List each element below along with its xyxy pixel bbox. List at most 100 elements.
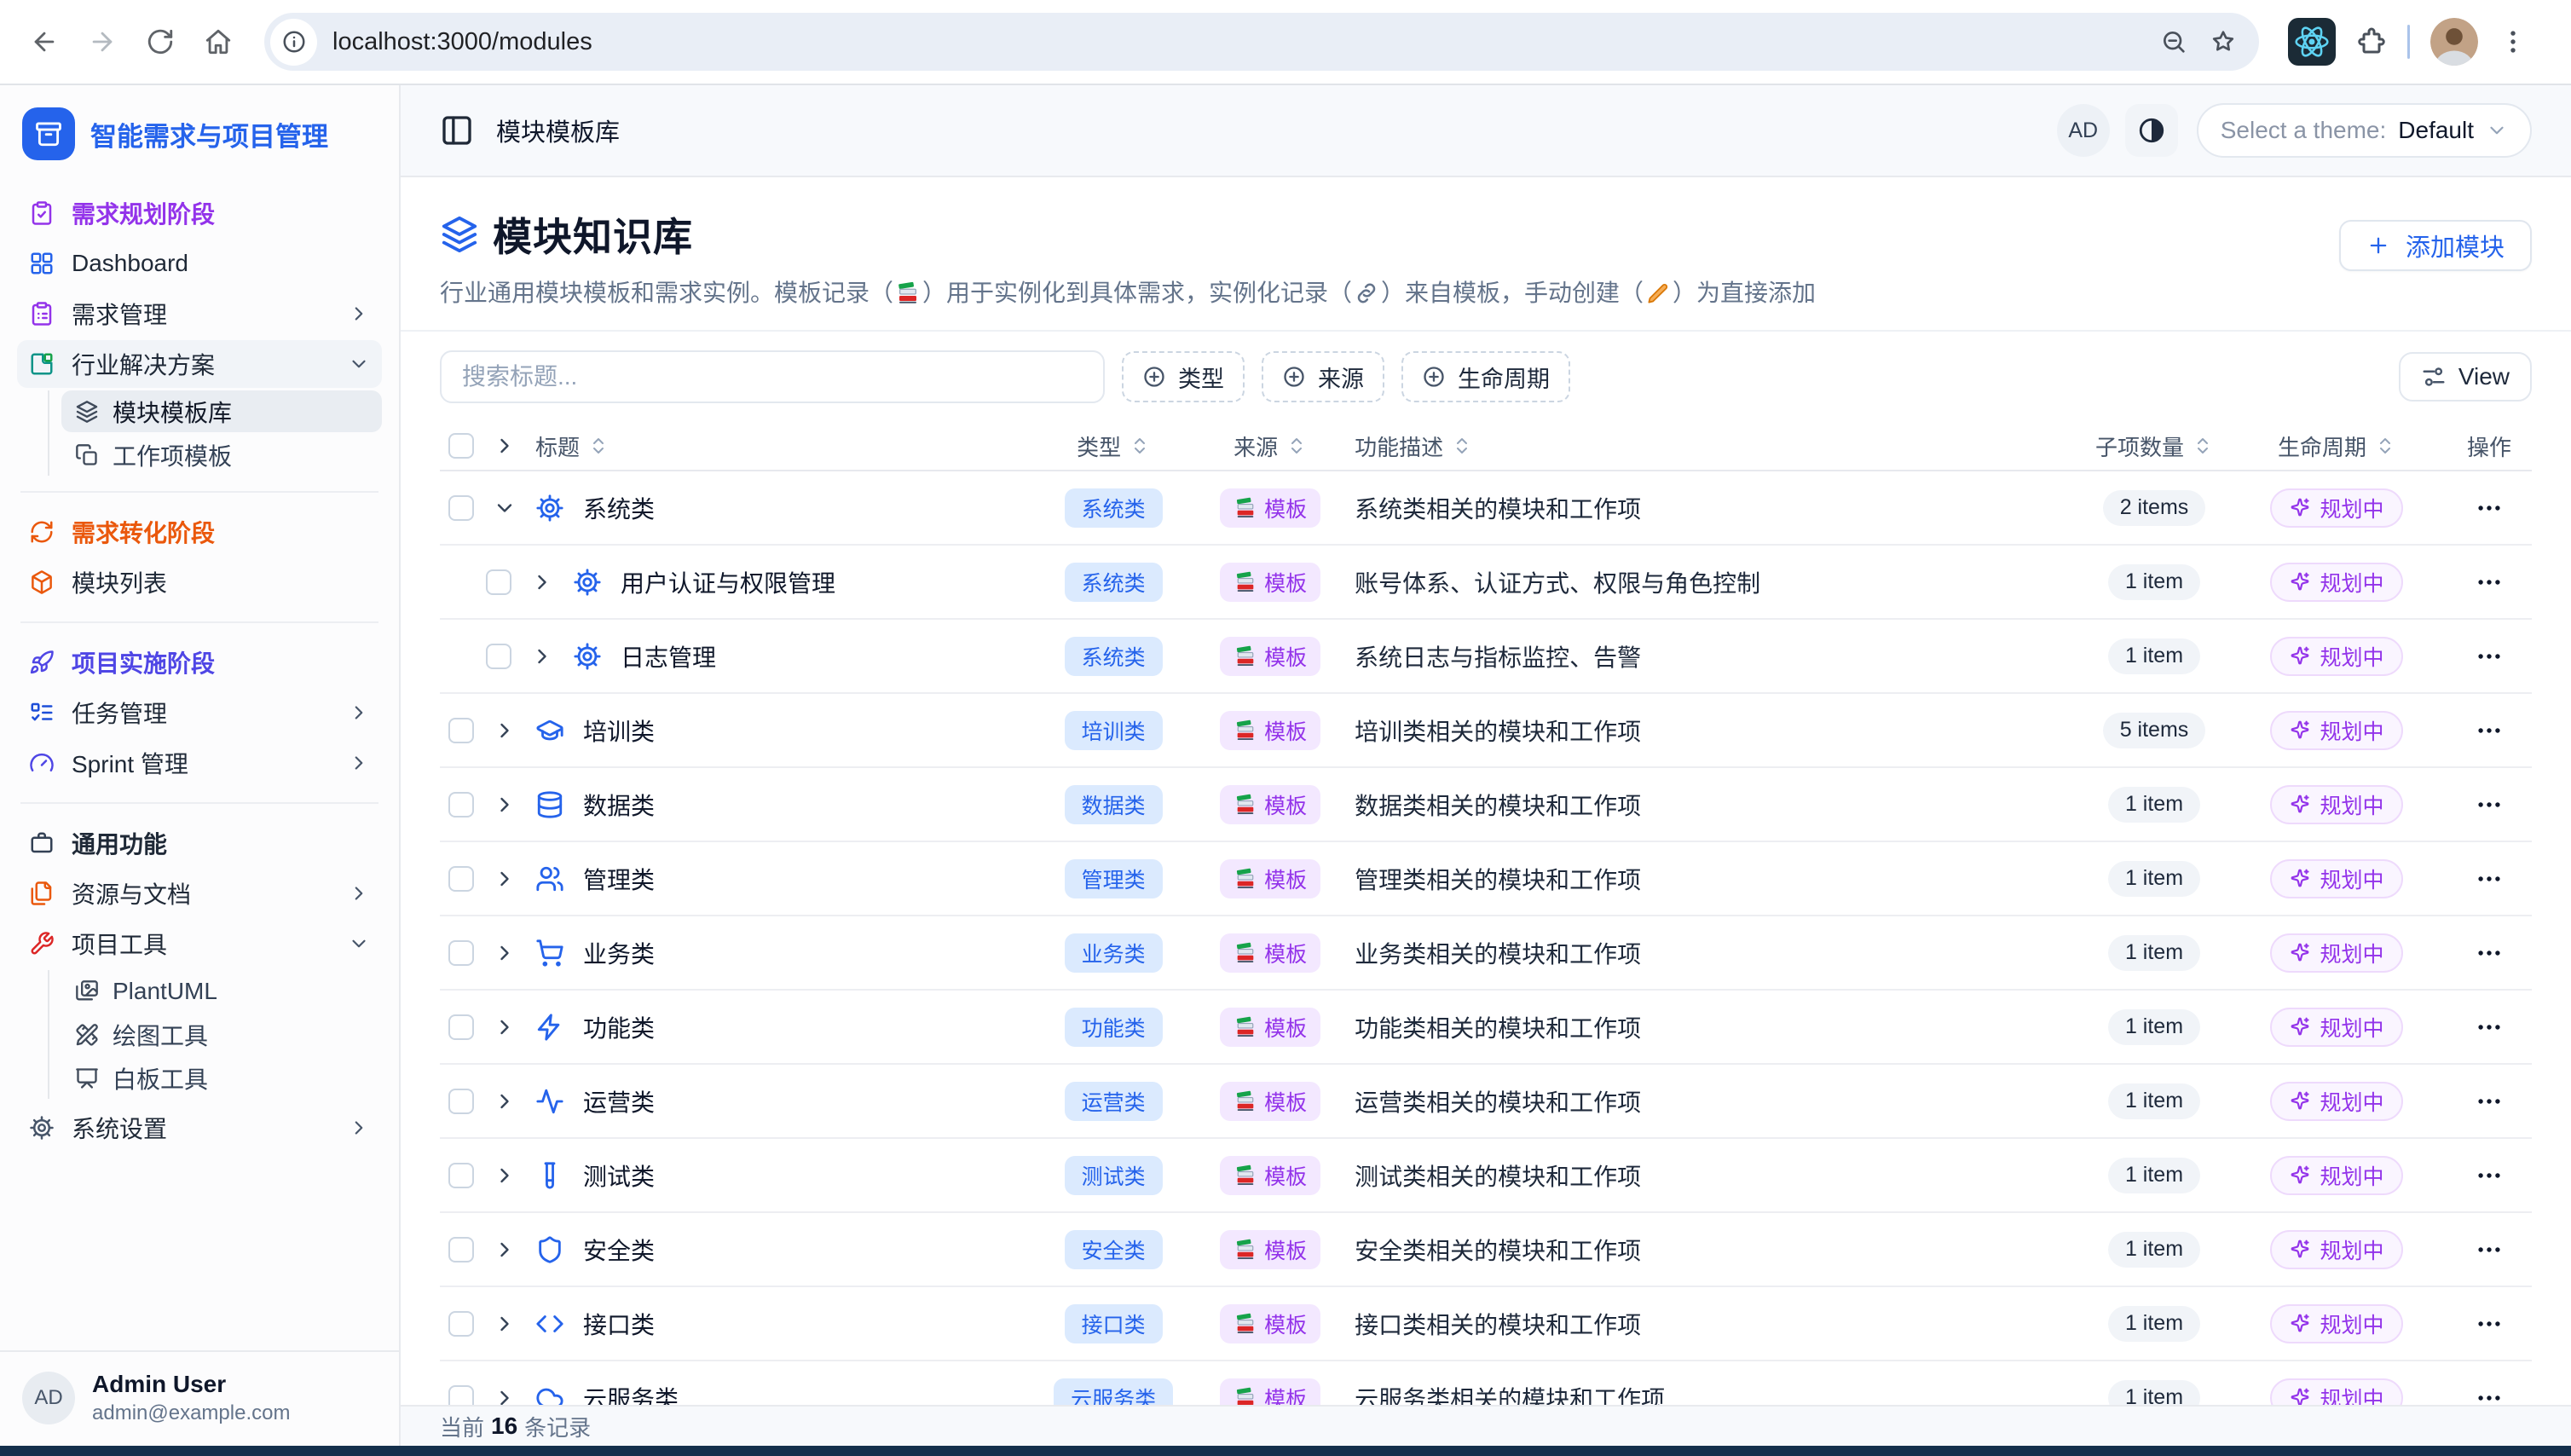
table-row[interactable]: 培训类培训类模板培训类相关的模块和工作项5 items规划中: [440, 694, 2532, 768]
chevron-right-icon[interactable]: [493, 719, 517, 742]
sidebar-item-资源与文档[interactable]: 资源与文档: [17, 870, 382, 917]
row-checkbox[interactable]: [448, 495, 474, 521]
row-actions-button[interactable]: [2475, 1087, 2504, 1116]
sidebar-item-PlantUML[interactable]: PlantUML: [61, 970, 382, 1012]
row-actions-button[interactable]: [2475, 1161, 2504, 1190]
chevron-right-icon[interactable]: [493, 1164, 517, 1187]
col-lifecycle[interactable]: 生命周期: [2278, 430, 2366, 462]
search-input[interactable]: [440, 350, 1105, 403]
sort-icon[interactable]: [2193, 436, 2213, 456]
row-actions-button[interactable]: [2475, 494, 2504, 523]
row-actions-button[interactable]: [2475, 642, 2504, 671]
sidebar-item-任务管理[interactable]: 任务管理: [17, 689, 382, 737]
row-actions-button[interactable]: [2475, 939, 2504, 968]
sidebar-item-绘图工具[interactable]: 绘图工具: [61, 1014, 382, 1055]
sidebar-item-行业解决方案[interactable]: 行业解决方案: [17, 340, 382, 388]
row-actions-button[interactable]: [2475, 1013, 2504, 1042]
app-logo-row[interactable]: 智能需求与项目管理: [17, 101, 382, 167]
table-row[interactable]: 系统类系统类模板系统类相关的模块和工作项2 items规划中: [440, 471, 2532, 546]
sort-icon[interactable]: [588, 436, 609, 456]
sidebar-item-模块模板库[interactable]: 模块模板库: [61, 390, 382, 432]
browser-back-button[interactable]: [19, 16, 70, 67]
row-actions-button[interactable]: [2475, 790, 2504, 819]
header-user-avatar[interactable]: AD: [2057, 104, 2110, 157]
chevron-right-icon[interactable]: [493, 793, 517, 817]
col-type[interactable]: 类型: [1077, 430, 1121, 462]
chevron-right-icon[interactable]: [493, 1089, 517, 1113]
table-row[interactable]: 功能类功能类模板功能类相关的模块和工作项1 item规划中: [440, 991, 2532, 1065]
row-actions-button[interactable]: [2475, 1309, 2504, 1338]
row-checkbox[interactable]: [448, 1014, 474, 1040]
sidebar-item-工作项模板[interactable]: 工作项模板: [61, 434, 382, 476]
react-devtools-extension-icon[interactable]: [2288, 18, 2336, 66]
chevron-right-icon[interactable]: [493, 1386, 517, 1405]
row-checkbox[interactable]: [448, 718, 474, 743]
row-checkbox[interactable]: [448, 1311, 474, 1337]
select-all-checkbox[interactable]: [448, 433, 474, 459]
sidebar-item-白板工具[interactable]: 白板工具: [61, 1057, 382, 1099]
sidebar-item-系统设置[interactable]: 系统设置: [17, 1104, 382, 1152]
chevron-right-icon[interactable]: [493, 1015, 517, 1039]
zoom-indicator-icon[interactable]: [2160, 28, 2187, 55]
chevron-right-icon[interactable]: [493, 1238, 517, 1262]
view-button[interactable]: View: [2399, 352, 2532, 402]
address-bar[interactable]: localhost:3000/modules: [264, 13, 2259, 71]
expand-all-icon[interactable]: [493, 434, 517, 458]
theme-toggle-button[interactable]: [2125, 104, 2178, 157]
row-actions-button[interactable]: [2475, 568, 2504, 597]
table-row[interactable]: 云服务类云服务类模板云服务类相关的模块和工作项1 item规划中: [440, 1361, 2532, 1405]
sidebar-toggle-icon[interactable]: [440, 113, 474, 147]
table-row[interactable]: 测试类测试类模板测试类相关的模块和工作项1 item规划中: [440, 1139, 2532, 1213]
table-row[interactable]: 用户认证与权限管理系统类模板账号体系、认证方式、权限与角色控制1 item规划中: [440, 546, 2532, 620]
table-row[interactable]: 接口类接口类模板接口类相关的模块和工作项1 item规划中: [440, 1287, 2532, 1361]
table-row[interactable]: 日志管理系统类模板系统日志与指标监控、告警1 item规划中: [440, 620, 2532, 694]
table-row[interactable]: 数据类数据类模板数据类相关的模块和工作项1 item规划中: [440, 768, 2532, 842]
row-checkbox[interactable]: [486, 644, 511, 669]
row-checkbox[interactable]: [486, 569, 511, 595]
site-info-button[interactable]: [270, 19, 317, 66]
col-count[interactable]: 子项数量: [2095, 430, 2184, 462]
sidebar-item-需求管理[interactable]: 需求管理: [17, 290, 382, 338]
row-checkbox[interactable]: [448, 1163, 474, 1188]
sidebar-item-Sprint 管理[interactable]: Sprint 管理: [17, 739, 382, 787]
table-row[interactable]: 管理类管理类模板管理类相关的模块和工作项1 item规划中: [440, 842, 2532, 916]
row-actions-button[interactable]: [2475, 1235, 2504, 1264]
sidebar-item-项目工具[interactable]: 项目工具: [17, 920, 382, 968]
bookmark-star-icon[interactable]: [2210, 28, 2237, 55]
col-title[interactable]: 标题: [535, 430, 580, 462]
extensions-puzzle-icon[interactable]: [2356, 26, 2387, 57]
table-row[interactable]: 运营类运营类模板运营类相关的模块和工作项1 item规划中: [440, 1065, 2532, 1139]
col-source[interactable]: 来源: [1234, 430, 1278, 462]
sort-icon[interactable]: [1286, 436, 1307, 456]
filter-chip-生命周期[interactable]: 生命周期: [1401, 351, 1570, 402]
row-actions-button[interactable]: [2475, 716, 2504, 745]
row-checkbox[interactable]: [448, 1385, 474, 1405]
table-row[interactable]: 业务类业务类模板业务类相关的模块和工作项1 item规划中: [440, 916, 2532, 991]
sidebar-user-card[interactable]: AD Admin User admin@example.com: [0, 1350, 399, 1446]
table-row[interactable]: 安全类安全类模板安全类相关的模块和工作项1 item规划中: [440, 1213, 2532, 1287]
row-checkbox[interactable]: [448, 940, 474, 966]
filter-chip-类型[interactable]: 类型: [1122, 351, 1245, 402]
chevron-right-icon[interactable]: [530, 570, 554, 594]
row-checkbox[interactable]: [448, 1237, 474, 1262]
add-module-button[interactable]: 添加模块: [2339, 220, 2532, 271]
row-checkbox[interactable]: [448, 1089, 474, 1114]
sort-icon[interactable]: [1452, 436, 1472, 456]
row-actions-button[interactable]: [2475, 864, 2504, 893]
sort-icon[interactable]: [2375, 436, 2395, 456]
sidebar-item-Dashboard[interactable]: Dashboard: [17, 240, 382, 287]
browser-menu-icon[interactable]: [2499, 27, 2528, 56]
sidebar-item-模块列表[interactable]: 模块列表: [17, 558, 382, 606]
browser-profile-avatar[interactable]: [2430, 18, 2478, 66]
browser-reload-button[interactable]: [135, 16, 186, 67]
row-checkbox[interactable]: [448, 866, 474, 892]
row-actions-button[interactable]: [2475, 1384, 2504, 1405]
theme-select[interactable]: Select a theme: Default: [2197, 103, 2532, 158]
filter-chip-来源[interactable]: 来源: [1262, 351, 1384, 402]
row-checkbox[interactable]: [448, 792, 474, 818]
chevron-right-icon[interactable]: [493, 941, 517, 965]
browser-forward-button[interactable]: [77, 16, 128, 67]
sort-icon[interactable]: [1130, 436, 1150, 456]
chevron-right-icon[interactable]: [530, 644, 554, 668]
col-description[interactable]: 功能描述: [1355, 430, 1443, 462]
